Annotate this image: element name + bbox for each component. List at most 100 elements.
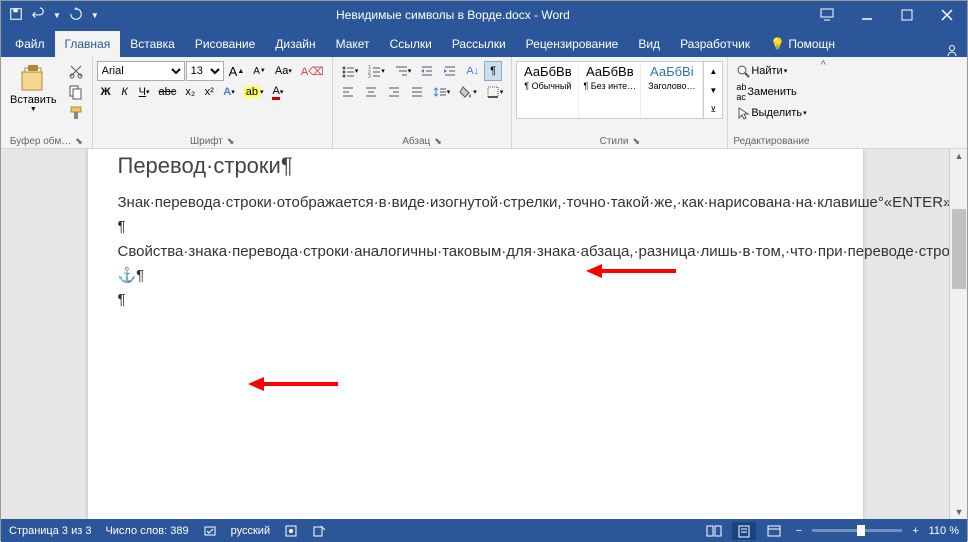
tab-home[interactable]: Главная <box>55 31 121 57</box>
align-right-button[interactable] <box>383 82 405 102</box>
shrink-font-button[interactable]: A▼ <box>249 61 270 81</box>
style-normal[interactable]: АаБбВв ¶ Обычный <box>517 62 579 118</box>
styles-scroll-up[interactable]: ▲ <box>704 62 722 80</box>
zoom-in-button[interactable]: + <box>908 523 922 539</box>
document-page[interactable]: Перевод·строки¶ Знак·перевода·строки·ото… <box>88 149 863 519</box>
tab-developer[interactable]: Разработчик <box>670 31 760 57</box>
tab-references[interactable]: Ссылки <box>380 31 442 57</box>
tab-layout[interactable]: Макет <box>326 31 380 57</box>
status-language[interactable]: русский <box>231 525 270 537</box>
indent-icon <box>443 64 457 78</box>
subscript-button[interactable]: x₂ <box>181 82 199 102</box>
view-print-button[interactable] <box>732 522 756 540</box>
status-track-icon[interactable] <box>312 524 326 538</box>
qat-customize-icon[interactable]: ▼ <box>91 11 99 20</box>
zoom-thumb[interactable] <box>857 525 865 536</box>
styles-scroll-down[interactable]: ▼ <box>704 81 722 99</box>
superscript-button[interactable]: x² <box>200 82 218 102</box>
shading-button[interactable]: ▾ <box>455 82 481 102</box>
paragraph-dialog-launcher[interactable]: ⬊ <box>434 136 442 147</box>
align-center-button[interactable] <box>360 82 382 102</box>
numbering-icon: 123 <box>367 64 381 78</box>
clipboard-dialog-launcher[interactable]: ⬊ <box>75 136 83 147</box>
undo-dropdown-icon[interactable]: ▼ <box>53 11 61 20</box>
statusbar: Страница 3 из 3 Число слов: 389 русский … <box>1 519 967 542</box>
save-icon[interactable] <box>9 7 23 24</box>
share-icon[interactable] <box>945 43 959 57</box>
annotation-arrow <box>586 261 686 281</box>
border-icon <box>486 85 500 99</box>
highlight-button[interactable]: ab▾ <box>240 82 268 102</box>
ribbon-options-button[interactable] <box>807 1 847 29</box>
zoom-slider[interactable] <box>812 529 902 532</box>
replace-button[interactable]: abacЗаменить <box>732 82 800 102</box>
bucket-icon <box>459 85 473 99</box>
view-read-button[interactable] <box>702 522 726 540</box>
tell-me[interactable]: 💡 Помощн <box>760 31 845 57</box>
brush-icon <box>68 105 84 121</box>
minimize-button[interactable] <box>847 1 887 29</box>
style-heading[interactable]: АаБбВі Заголово… <box>641 62 703 118</box>
search-icon <box>736 64 750 78</box>
group-font: Arial 13 A▲ A▼ Aa▾ A⌫ Ж К Ч▾ abc x₂ x² A… <box>93 57 333 148</box>
format-painter-button[interactable] <box>64 103 88 123</box>
paste-button[interactable]: Вставить ▼ <box>5 61 62 116</box>
italic-button[interactable]: К <box>116 82 134 102</box>
multilevel-button[interactable]: ▾ <box>390 61 416 81</box>
close-button[interactable] <box>927 1 967 29</box>
zoom-level[interactable]: 110 % <box>929 525 959 537</box>
bullets-button[interactable]: ▾ <box>337 61 363 81</box>
tab-mailings[interactable]: Рассылки <box>442 31 516 57</box>
redo-icon[interactable] <box>69 7 83 24</box>
line-spacing-button[interactable]: ▾ <box>429 82 455 102</box>
borders-button[interactable]: ▾ <box>482 82 508 102</box>
text-effects-button[interactable]: A▾ <box>219 82 238 102</box>
copy-button[interactable] <box>64 82 88 102</box>
font-size-select[interactable]: 13 <box>186 61 224 81</box>
increase-indent-button[interactable] <box>439 61 461 81</box>
justify-button[interactable] <box>406 82 428 102</box>
decrease-indent-button[interactable] <box>416 61 438 81</box>
clear-format-button[interactable]: A⌫ <box>297 61 328 81</box>
status-macro-icon[interactable] <box>284 524 298 538</box>
maximize-button[interactable] <box>887 1 927 29</box>
style-nospacing[interactable]: АаБбВв ¶ Без инте… <box>579 62 641 118</box>
tab-design[interactable]: Дизайн <box>265 31 325 57</box>
tab-draw[interactable]: Рисование <box>185 31 265 57</box>
font-color-button[interactable]: A▾ <box>268 82 287 102</box>
show-marks-button[interactable]: ¶ <box>484 61 502 81</box>
numbering-button[interactable]: 123▾ <box>363 61 389 81</box>
scroll-down-icon[interactable]: ▼ <box>950 505 968 519</box>
doc-paragraph: Свойства·знака·перевода·строки·аналогичн… <box>118 242 833 262</box>
styles-dialog-launcher[interactable]: ⬊ <box>632 136 640 147</box>
view-web-button[interactable] <box>762 522 786 540</box>
select-button[interactable]: Выделить▾ <box>732 103 810 123</box>
tab-insert[interactable]: Вставка <box>120 31 185 57</box>
collapse-ribbon-button[interactable]: ^ <box>815 57 832 148</box>
scroll-up-icon[interactable]: ▲ <box>950 149 968 163</box>
vertical-scrollbar[interactable]: ▲ ▼ <box>949 149 967 519</box>
undo-icon[interactable] <box>31 7 45 24</box>
sort-button[interactable]: A↓ <box>462 61 483 81</box>
underline-button[interactable]: Ч▾ <box>135 82 154 102</box>
font-dialog-launcher[interactable]: ⬊ <box>227 136 235 147</box>
styles-expand[interactable]: ⊻ <box>704 100 722 118</box>
font-name-select[interactable]: Arial <box>97 61 185 81</box>
cut-button[interactable] <box>64 61 88 81</box>
titlebar: ▼ ▼ Невидимые символы в Ворде.docx - Wor… <box>1 1 967 29</box>
group-paragraph: ▾ 123▾ ▾ A↓ ¶ ▾ ▾ ▾ Абзац⬊ <box>333 57 513 148</box>
align-left-button[interactable] <box>337 82 359 102</box>
status-proofing-icon[interactable] <box>203 524 217 538</box>
tab-review[interactable]: Рецензирование <box>516 31 629 57</box>
tab-view[interactable]: Вид <box>628 31 670 57</box>
status-page[interactable]: Страница 3 из 3 <box>9 525 91 537</box>
status-words[interactable]: Число слов: 389 <box>105 525 188 537</box>
scroll-thumb[interactable] <box>952 209 966 289</box>
tab-file[interactable]: Файл <box>5 31 55 57</box>
bold-button[interactable]: Ж <box>97 82 115 102</box>
find-button[interactable]: Найти▾ <box>732 61 791 81</box>
strike-button[interactable]: abc <box>155 82 181 102</box>
grow-font-button[interactable]: A▲ <box>225 61 249 81</box>
change-case-button[interactable]: Aa▾ <box>271 61 296 81</box>
zoom-out-button[interactable]: − <box>792 523 806 539</box>
